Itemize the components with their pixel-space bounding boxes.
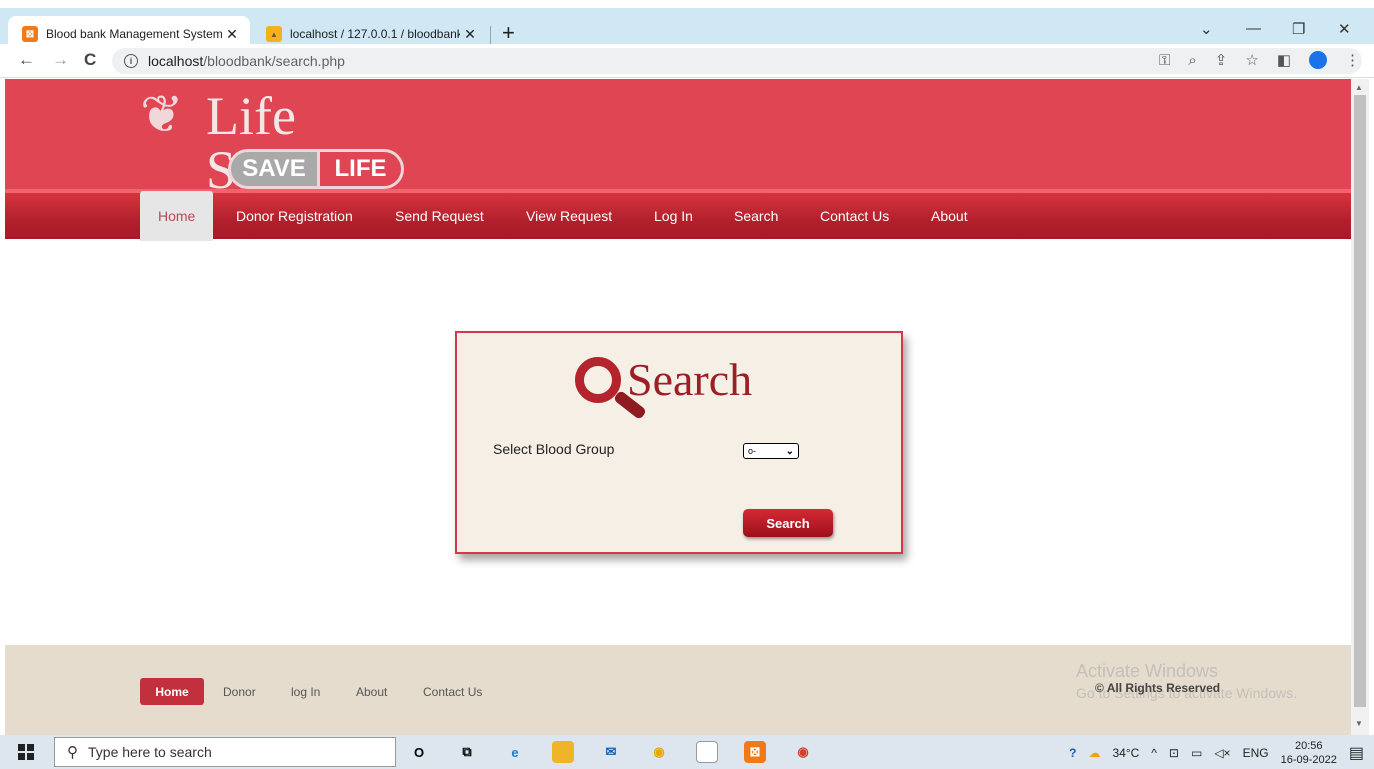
clock-time: 20:56 <box>1294 740 1323 752</box>
close-window-icon[interactable]: ✕ <box>1338 20 1351 38</box>
url-host: localhost <box>148 53 204 69</box>
badge-life: LIFE <box>317 152 401 186</box>
taskbar-apps: O ⧉ e ✉ ◉ ⊠ ◉ <box>408 741 814 763</box>
xampp-taskbar-icon[interactable]: ⊠ <box>744 741 766 763</box>
zoom-icon[interactable]: ⌕ <box>1188 52 1196 69</box>
taskbar-search-placeholder: Type here to search <box>88 744 212 760</box>
nav-contact-us[interactable]: Contact Us <box>820 193 889 239</box>
nav-donor-registration[interactable]: Donor Registration <box>236 193 353 239</box>
windows-start-icon[interactable] <box>18 744 34 760</box>
clock-date: 16-09-2022 <box>1280 754 1337 766</box>
back-icon[interactable]: ← <box>18 50 35 70</box>
taskbar-search-input[interactable]: ⚲ Type here to search <box>54 737 396 767</box>
phpmyadmin-icon: ▲ <box>266 26 282 42</box>
notepad-icon[interactable] <box>696 741 718 763</box>
tab-close-icon[interactable]: ✕ <box>222 26 242 43</box>
share-icon[interactable]: ⇪ <box>1215 51 1228 69</box>
save-life-badge: SAVE LIFE <box>228 149 404 189</box>
nav-about[interactable]: About <box>931 193 968 239</box>
blood-group-select[interactable]: o- ⌄ <box>743 443 799 459</box>
forward-icon[interactable]: → <box>52 50 69 70</box>
weather-icon[interactable]: ☁ <box>1088 746 1100 760</box>
footer-contact-us[interactable]: Contact Us <box>423 685 482 699</box>
file-explorer-icon[interactable] <box>552 741 574 763</box>
browser-toolbar-icons: ⚿ ⌕ ⇪ ☆ ◧ ⋮ <box>1159 51 1360 69</box>
blood-group-label: Select Blood Group <box>493 441 615 457</box>
chrome-icon[interactable]: ◉ <box>648 741 670 763</box>
menu-kebab-icon[interactable]: ⋮ <box>1345 51 1360 69</box>
footer-about[interactable]: About <box>356 685 387 699</box>
footer-donor[interactable]: Donor <box>223 685 256 699</box>
site-logo[interactable]: ❦ Life Saver SAVE LIFE <box>140 83 430 197</box>
hearts-icon: ❦ <box>140 86 184 144</box>
edge-icon[interactable]: e <box>504 741 526 763</box>
copyright-text: © All Rights Reserved <box>1095 681 1221 695</box>
search-icon: ⚲ <box>67 744 78 761</box>
tab-title: Blood bank Management System <box>46 27 222 41</box>
tab-close-icon[interactable]: ✕ <box>460 26 480 43</box>
windows-taskbar: ⚲ Type here to search O ⧉ e ✉ ◉ ⊠ ◉ ? ☁ … <box>0 735 1374 769</box>
search-button[interactable]: Search <box>743 509 833 537</box>
volume-muted-icon[interactable]: ◁× <box>1214 746 1230 760</box>
address-bar: ← → C i localhost/bloodbank/search.php ⚿… <box>0 44 1374 78</box>
nav-search[interactable]: Search <box>734 193 778 239</box>
footer-log-in[interactable]: log In <box>291 685 320 699</box>
search-heading-text: Search <box>627 354 753 405</box>
nav-home[interactable]: Home <box>140 191 214 241</box>
key-icon[interactable]: ⚿ <box>1159 52 1170 69</box>
help-icon[interactable]: ? <box>1069 746 1076 760</box>
browser-tab-bar: ⊠ Blood bank Management System ✕ ▲ local… <box>0 0 1374 52</box>
tab-search-icon[interactable]: ⌄ <box>1200 20 1213 38</box>
page-viewport: ❦ Life Saver SAVE LIFE Home Donor Regist… <box>5 79 1351 735</box>
header-banner: ❦ Life Saver SAVE LIFE <box>5 79 1351 197</box>
reload-icon[interactable]: C <box>84 50 96 70</box>
nav-send-request[interactable]: Send Request <box>395 193 484 239</box>
network-icon[interactable]: ⊡ <box>1169 746 1179 760</box>
chevron-up-icon[interactable]: ^ <box>1151 746 1157 760</box>
profile-avatar[interactable] <box>1309 51 1327 69</box>
taskbar-clock[interactable]: 20:56 16-09-2022 <box>1281 739 1337 767</box>
new-tab-button[interactable]: + <box>502 20 515 46</box>
side-panel-icon[interactable]: ◧ <box>1277 51 1291 69</box>
url-path: /bloodbank/search.php <box>203 53 345 69</box>
info-icon[interactable]: i <box>124 54 138 68</box>
page-scrollbar[interactable]: ▲ ▼ <box>1351 79 1369 735</box>
activate-windows-title: Activate Windows <box>1076 661 1219 681</box>
tab-separator <box>490 26 491 44</box>
footer-home[interactable]: Home <box>140 678 204 705</box>
nav-view-request[interactable]: View Request <box>526 193 612 239</box>
notification-icon[interactable]: ▤ <box>1349 743 1364 763</box>
badge-save: SAVE <box>231 152 317 186</box>
footer: Home Donor log In About Contact Us Activ… <box>5 645 1351 735</box>
cortana-icon[interactable]: O <box>408 741 430 763</box>
search-panel: Search Select Blood Group o- ⌄ Search <box>455 331 903 554</box>
tab-title: localhost / 127.0.0.1 / bloodbank <box>290 27 460 41</box>
system-tray: ? ☁ 34°C ^ ⊡ ▭ ◁× ENG 20:56 16-09-2022 ▤ <box>1069 739 1364 767</box>
battery-icon[interactable]: ▭ <box>1191 746 1202 760</box>
temperature[interactable]: 34°C <box>1112 746 1139 760</box>
mail-icon[interactable]: ✉ <box>600 741 622 763</box>
chrome-profile-icon[interactable]: ◉ <box>792 741 814 763</box>
bookmark-star-icon[interactable]: ☆ <box>1245 51 1258 69</box>
nav-log-in[interactable]: Log In <box>654 193 693 239</box>
main-nav: Home Donor Registration Send Request Vie… <box>5 189 1351 241</box>
restore-icon[interactable]: ❐ <box>1292 20 1305 38</box>
language-indicator[interactable]: ENG <box>1243 746 1269 760</box>
xampp-icon: ⊠ <box>22 26 38 42</box>
scroll-up-icon[interactable]: ▲ <box>1355 83 1363 92</box>
chevron-down-icon: ⌄ <box>785 445 794 457</box>
task-view-icon[interactable]: ⧉ <box>456 741 478 763</box>
minimize-icon[interactable]: — <box>1246 20 1261 37</box>
scroll-down-icon[interactable]: ▼ <box>1355 719 1363 728</box>
scrollbar-thumb[interactable] <box>1354 95 1366 707</box>
blood-group-value: o- <box>748 446 757 456</box>
search-heading: Search <box>575 345 785 425</box>
